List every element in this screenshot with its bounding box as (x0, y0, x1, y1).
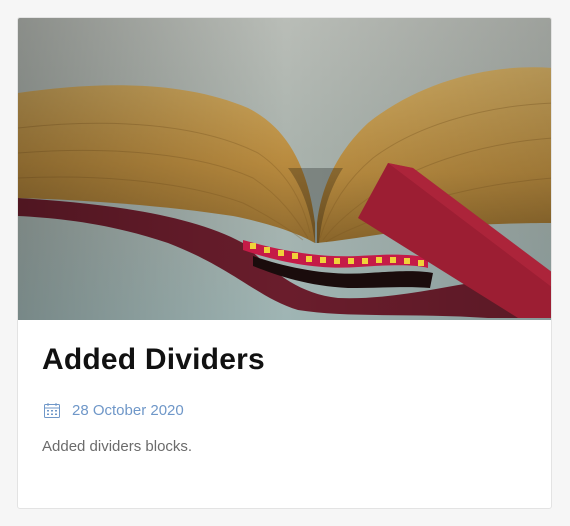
post-card[interactable]: Added Dividers 28 October 2020 Added div… (17, 17, 552, 509)
post-title[interactable]: Added Dividers (42, 343, 265, 377)
post-date-text: 28 October 2020 (72, 402, 184, 419)
post-image[interactable] (18, 18, 552, 320)
post-date: 28 October 2020 (44, 402, 184, 419)
post-excerpt: Added dividers blocks. (42, 438, 193, 455)
calendar-icon (44, 403, 60, 418)
